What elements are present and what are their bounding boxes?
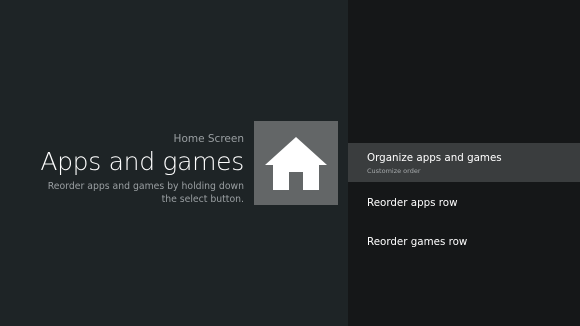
menu-item-label: Organize apps and games bbox=[367, 152, 502, 164]
page-title: Apps and games bbox=[40, 147, 244, 176]
settings-screen: Home Screen Apps and games Reorder apps … bbox=[0, 0, 580, 326]
section-label: Home Screen bbox=[173, 133, 244, 145]
menu-item-label: Reorder apps row bbox=[367, 197, 458, 209]
menu-item-reorder-apps-row[interactable]: Reorder apps row bbox=[348, 182, 580, 221]
menu-item-label: Reorder games row bbox=[367, 236, 468, 248]
home-icon-tile bbox=[254, 121, 338, 205]
description-text: Reorder apps and games by holding down t… bbox=[47, 181, 244, 205]
options-menu: Organize apps and games Customize order … bbox=[348, 143, 580, 260]
home-icon bbox=[265, 137, 327, 190]
info-panel: Home Screen Apps and games Reorder apps … bbox=[0, 0, 348, 326]
menu-item-sublabel: Customize order bbox=[367, 167, 421, 175]
menu-item-reorder-games-row[interactable]: Reorder games row bbox=[348, 221, 580, 260]
menu-item-organize-apps-and-games[interactable]: Organize apps and games Customize order bbox=[348, 143, 580, 182]
